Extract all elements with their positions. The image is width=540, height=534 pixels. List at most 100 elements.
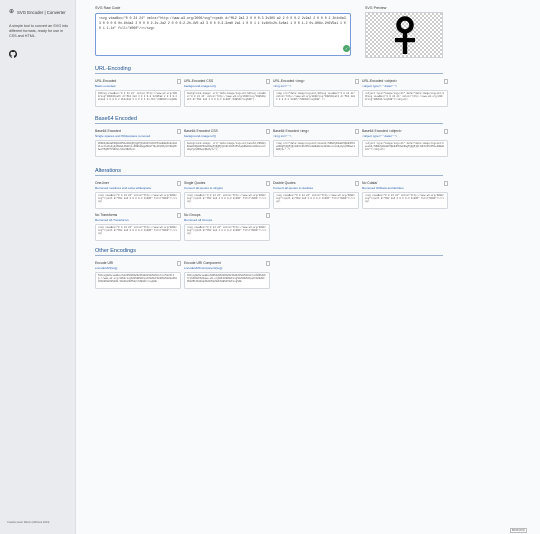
- card-output[interactable]: <object type="image/svg+xml" data="data:…: [362, 89, 448, 107]
- card-subtitle: <object type=" " data=" ">: [362, 133, 398, 138]
- card-title: URL-Encoded: [95, 79, 117, 83]
- copy-icon[interactable]: [266, 261, 270, 266]
- card-output[interactable]: background-image: url("data:image/svg+xm…: [184, 89, 270, 107]
- card-subtitle: <object type=" " data=" ">: [362, 83, 398, 88]
- svg-preview: [365, 12, 443, 58]
- card-output[interactable]: %3Csvg%20viewBox=%220%200%2024%2024%22%2…: [95, 271, 181, 289]
- card-output[interactable]: %3Csvg%20viewBox%3D%220%200%2024%2024%22…: [184, 271, 270, 289]
- other-card: Encode URI Component encodeURIComponent(s…: [184, 261, 270, 289]
- url-card: URL-Encoded Basic encoded %3Csvg viewBox='…: [95, 79, 181, 107]
- url-card: URL-Encoded <img> <img src=" "> <img src="…: [273, 79, 359, 107]
- raw-code-text[interactable]: <svg viewBox="0 0 24 24" xmlns="http://w…: [99, 16, 347, 30]
- card-subtitle: <img src=" ">: [273, 133, 292, 138]
- alterations-card: No Cdata/Removed #CData and Entities <svg…: [362, 181, 448, 209]
- app-logo-icon: ⊕: [9, 9, 15, 15]
- alterations-card: Double Quotes Convert all quotes to doubl…: [273, 181, 359, 209]
- card-output[interactable]: background-image: url("data:image/svg+xm…: [184, 139, 270, 157]
- card-title: URL-Encoded <object>: [362, 79, 398, 83]
- copy-icon[interactable]: [177, 213, 181, 218]
- alterations-card: One-liner Removed newlines and extra whit…: [95, 181, 181, 209]
- base64-card: Base64 Encoded CSS background-image:url()…: [184, 129, 270, 157]
- base64-card: Base64 Encoded Single spaces and Whitespa…: [95, 129, 181, 157]
- card-subtitle: <img src=" ">: [273, 83, 292, 88]
- valid-check-icon: ✓: [343, 45, 350, 52]
- fps-meter: 60.00 (0.0): [510, 528, 527, 533]
- other-card: Encode URI encodeURI(svg) %3Csvg%20viewBox…: [95, 261, 181, 289]
- copy-icon[interactable]: [444, 79, 448, 84]
- sidebar: ⊕ SVG Encoder | Converter A simple tool …: [0, 0, 76, 534]
- card-subtitle: encodeURI(svg): [95, 265, 118, 270]
- card-title: URL-Encoded CSS: [184, 79, 214, 83]
- footer-credit: Creative lead: Marcin (Wilczek 2024): [7, 521, 50, 524]
- copy-icon[interactable]: [355, 79, 359, 84]
- copy-icon[interactable]: [444, 181, 448, 186]
- card-subtitle: Single spaces and Whitespace removed: [95, 133, 151, 138]
- copy-icon[interactable]: [266, 181, 270, 186]
- card-output[interactable]: <svg viewBox="0 0 24 24" xmlns="http://w…: [95, 223, 181, 241]
- card-title: No Cdata/: [362, 181, 378, 185]
- github-icon[interactable]: [9, 50, 17, 58]
- copy-icon[interactable]: [266, 79, 270, 84]
- alterations-card: Single Quotes Convert all quotes to singl…: [184, 181, 270, 209]
- copy-icon[interactable]: [355, 181, 359, 186]
- card-output[interactable]: <svg viewBox="0 0 24 24" xmlns="http://w…: [95, 191, 181, 209]
- section-base64-title: Base64 Encoded: [95, 116, 443, 124]
- card-subtitle: Removed #CData and Entities: [362, 185, 404, 190]
- card-title: Base64 Encoded CSS: [184, 129, 218, 133]
- card-subtitle: Removed All Transforms: [95, 217, 129, 222]
- alterations-card: No Groups Removed all Groups <svg viewBox=…: [184, 213, 270, 241]
- copy-icon[interactable]: [444, 129, 448, 134]
- copy-icon[interactable]: [266, 129, 270, 134]
- card-subtitle: background-image:url(): [184, 83, 216, 88]
- raw-code-label: SVG Raw Code: [95, 6, 121, 10]
- card-output[interactable]: %3Csvg viewBox='0 0 24 24' xmlns='http:/…: [95, 89, 181, 107]
- card-output[interactable]: <img src="data:image/svg+xml,%3Csvg view…: [273, 89, 359, 107]
- card-title: Single Quotes: [184, 181, 206, 185]
- card-output[interactable]: <svg viewBox="0 0 24 24" xmlns="http://w…: [184, 223, 270, 241]
- card-subtitle: Removed all Groups: [184, 217, 213, 222]
- alterations-card: No Transforms Removed All Transforms <svg …: [95, 213, 181, 241]
- card-output[interactable]: <img src="data:image/svg+xml;base64,PHN2…: [273, 139, 359, 157]
- url-card: URL-Encoded <object> <object type=" " dat…: [362, 79, 448, 107]
- copy-icon[interactable]: [177, 79, 181, 84]
- main-content: SVG Raw Code <svg viewBox="0 0 24 24" xm…: [76, 0, 540, 534]
- app-tagline: A simple tool to convert an SVG into dif…: [9, 24, 69, 39]
- card-subtitle: Basic encoded: [95, 83, 116, 88]
- raw-code-textarea[interactable]: <svg viewBox="0 0 24 24" xmlns="http://w…: [95, 13, 351, 56]
- card-title: No Transforms: [95, 213, 118, 217]
- section-alterations-title: Alterations: [95, 168, 443, 176]
- preview-label: SVG Preview: [365, 6, 387, 10]
- card-title: No Groups: [184, 213, 201, 217]
- section-url-title: URL-Encoding: [95, 66, 443, 74]
- card-title: Base64 Encoded <img>: [273, 129, 310, 133]
- card-title: Base64 Encoded <object>: [362, 129, 402, 133]
- copy-icon[interactable]: [177, 129, 181, 134]
- card-subtitle: Removed newlines and extra whitespace: [95, 185, 152, 190]
- card-output[interactable]: <svg viewBox='0 0 24 24' xmlns='http://w…: [184, 191, 270, 209]
- card-output[interactable]: <object type="image/svg+xml" data="data:…: [362, 139, 448, 157]
- card-title: Base64 Encoded: [95, 129, 121, 133]
- card-title: Double Quotes: [273, 181, 296, 185]
- card-output[interactable]: <svg viewBox="0 0 24 24" xmlns="http://w…: [362, 191, 448, 209]
- copy-icon[interactable]: [177, 181, 181, 186]
- card-title: URL-Encoded <img>: [273, 79, 305, 83]
- card-title: One-liner: [95, 181, 109, 185]
- base64-card: Base64 Encoded <object> <object type=" " …: [362, 129, 448, 157]
- card-title: Encode URI Component: [184, 261, 221, 265]
- card-output[interactable]: <svg viewBox="0 0 24 24" xmlns="http://w…: [273, 191, 359, 209]
- card-subtitle: Convert all quotes to singles: [184, 185, 223, 190]
- copy-icon[interactable]: [177, 261, 181, 266]
- brand[interactable]: ⊕ SVG Encoder | Converter: [9, 9, 66, 15]
- card-title: Encode URI: [95, 261, 114, 265]
- copy-icon[interactable]: [266, 213, 270, 218]
- url-card: URL-Encoded CSS background-image:url() bac…: [184, 79, 270, 107]
- card-subtitle: background-image:url(): [184, 133, 216, 138]
- app-title: SVG Encoder | Converter: [17, 9, 66, 15]
- card-output[interactable]: PHN2ZyB2aWV3Qm94PSIwIDAgMjQgMjQiIHhtbG5z…: [95, 139, 181, 157]
- card-subtitle: encodeURIComponent(svg): [184, 265, 223, 270]
- card-subtitle: Convert all quotes to doubles: [273, 185, 314, 190]
- section-other-title: Other Encodings: [95, 248, 443, 256]
- copy-icon[interactable]: [355, 129, 359, 134]
- preview-glyph-icon: [395, 16, 415, 54]
- base64-card: Base64 Encoded <img> <img src=" "> <img sr…: [273, 129, 359, 157]
